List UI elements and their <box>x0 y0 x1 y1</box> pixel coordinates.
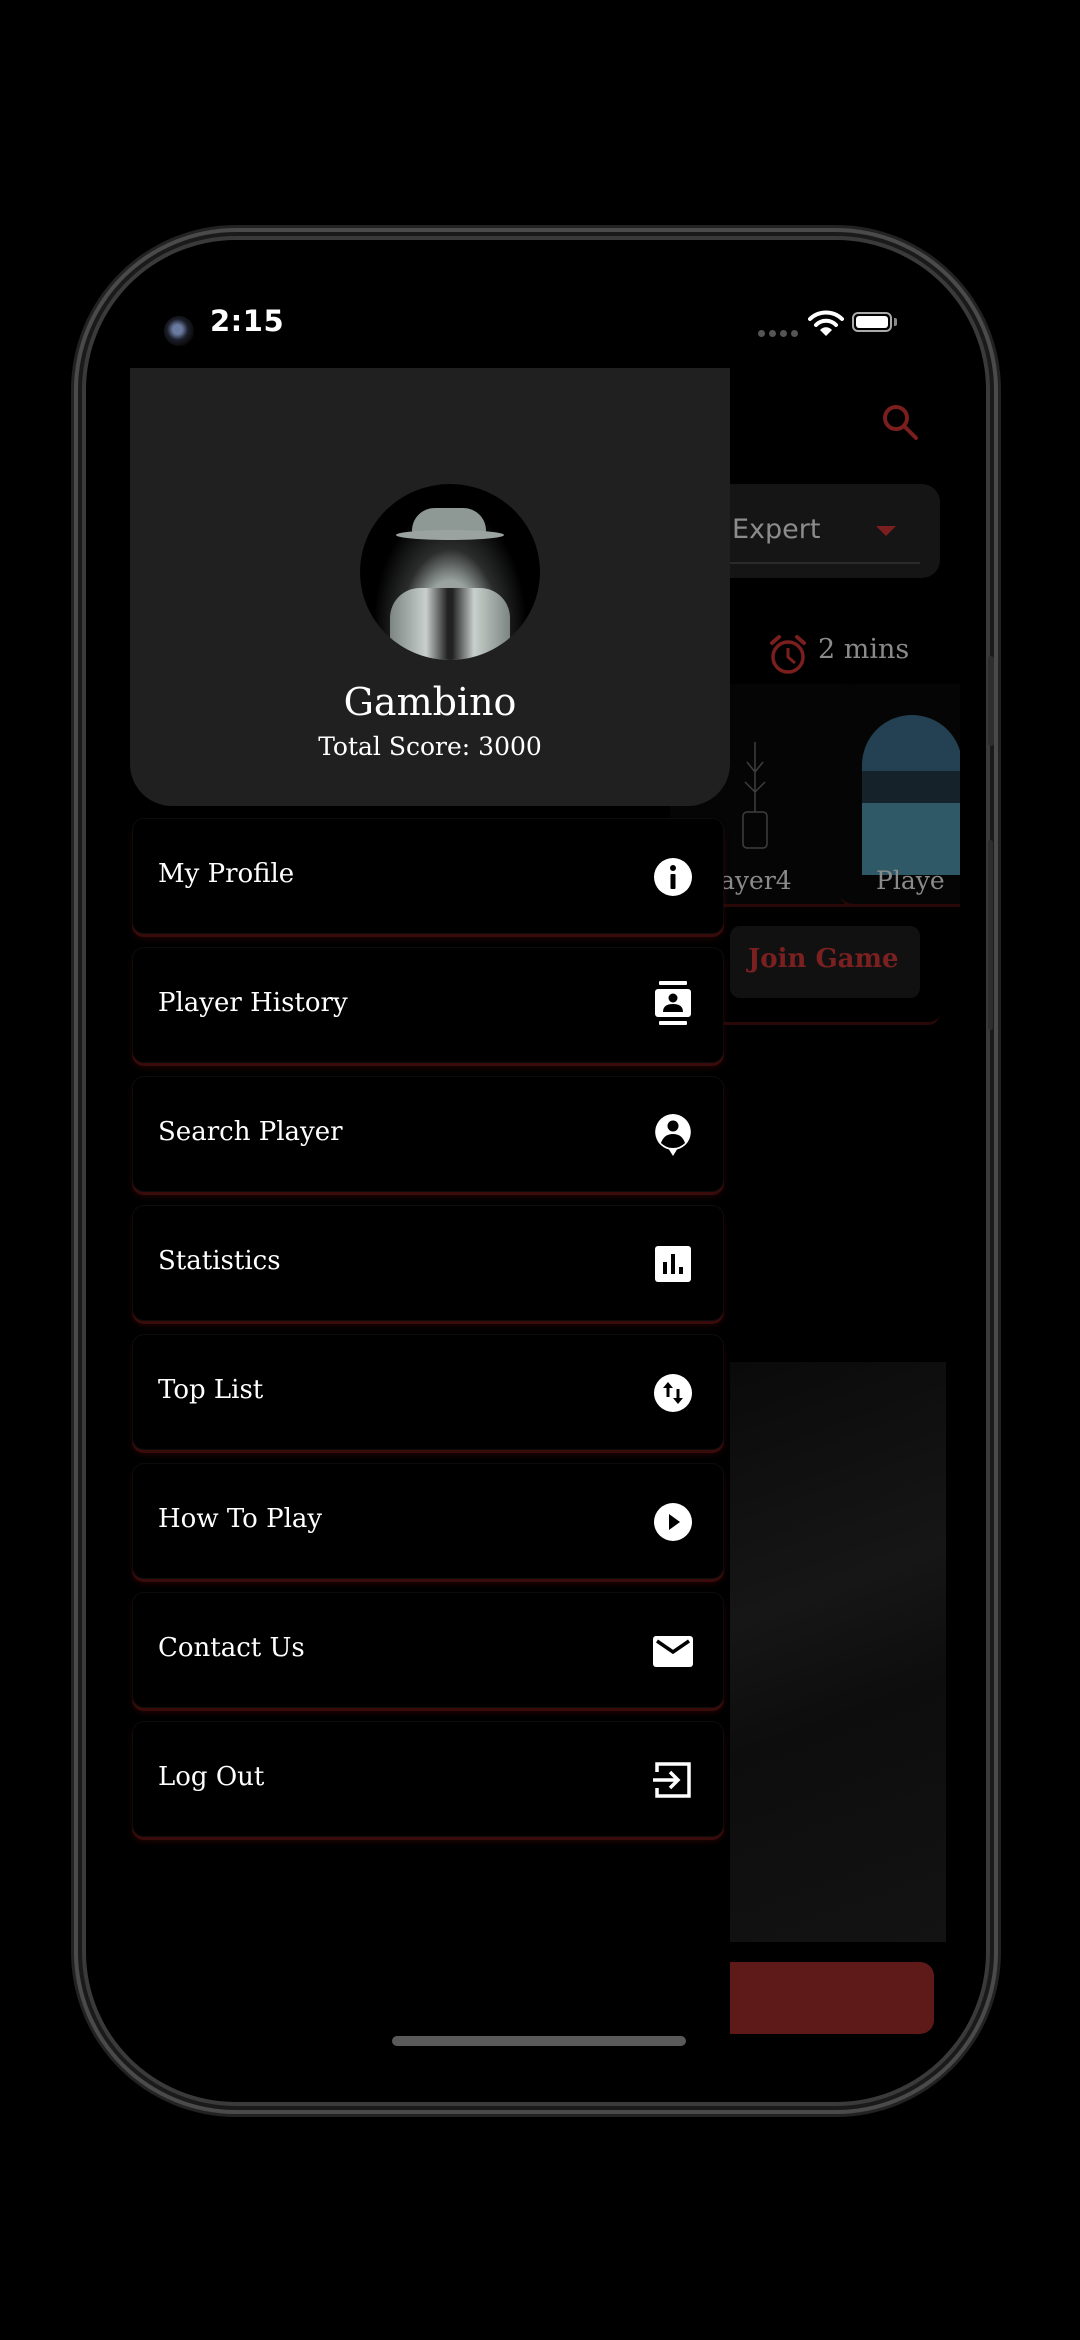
menu-item-log-out[interactable]: Log Out <box>132 1721 724 1837</box>
person-pin-icon <box>655 1114 691 1156</box>
side-button-power <box>988 656 994 746</box>
menu-item-my-profile[interactable]: My Profile <box>132 818 724 934</box>
navigation-drawer: Gambino Total Score: 3000 My Profile Pla… <box>110 262 730 2080</box>
play-circle-icon <box>654 1503 692 1541</box>
menu-item-statistics[interactable]: Statistics <box>132 1205 724 1321</box>
player-name: ayer4 <box>720 866 792 895</box>
menu-item-label: Top List <box>158 1375 264 1405</box>
info-icon <box>654 858 692 896</box>
menu-item-label: Player History <box>158 988 348 1018</box>
alarm-clock-icon <box>770 635 806 674</box>
bar-chart-icon <box>655 1246 691 1282</box>
menu-item-label: Contact Us <box>158 1633 305 1663</box>
menu-item-contact-us[interactable]: Contact Us <box>132 1592 724 1708</box>
wifi-icon <box>808 310 844 336</box>
dropdown-caret-icon <box>876 526 896 536</box>
search-icon[interactable] <box>880 402 920 442</box>
drawer-header: Gambino Total Score: 3000 <box>130 368 730 806</box>
primary-action-button[interactable] <box>730 1962 934 2034</box>
side-button-volume <box>988 840 993 1030</box>
total-score: Total Score: 3000 <box>318 732 542 761</box>
menu-item-player-history[interactable]: Player History <box>132 947 724 1063</box>
menu-item-label: My Profile <box>158 859 295 889</box>
battery-icon <box>852 312 892 332</box>
menu-item-label: Log Out <box>158 1762 265 1792</box>
cellular-signal-icon <box>758 330 798 337</box>
avatar[interactable] <box>360 484 540 660</box>
menu-item-how-to-play[interactable]: How To Play <box>132 1463 724 1579</box>
mail-icon <box>653 1636 693 1667</box>
menu-item-search-player[interactable]: Search Player <box>132 1076 724 1192</box>
contact-card-icon <box>655 981 691 1025</box>
avatar-coat <box>390 588 510 660</box>
difficulty-value: Expert <box>732 514 821 545</box>
swap-vert-icon <box>654 1374 692 1412</box>
menu-item-label: How To Play <box>158 1504 323 1534</box>
home-indicator[interactable] <box>392 2036 686 2046</box>
player-name: Playe <box>876 866 945 895</box>
join-game-label: Join Game <box>748 944 899 974</box>
avatar-hat-brim <box>396 530 504 540</box>
jar-avatar <box>742 742 768 849</box>
background-detective-image <box>730 1362 946 1942</box>
battery-tip <box>894 318 897 326</box>
username: Gambino <box>343 680 517 724</box>
menu-item-label: Search Player <box>158 1117 343 1147</box>
lake-avatar <box>862 715 960 875</box>
menu-item-top-list[interactable]: Top List <box>132 1334 724 1450</box>
menu-item-label: Statistics <box>158 1246 281 1276</box>
screen: Expert 2 mins ayer4 Playe Join Game 2:15 <box>110 262 960 2080</box>
drawer-menu: My Profile Player History Search Player … <box>132 818 724 1850</box>
logout-icon <box>653 1762 691 1798</box>
timer-text: 2 mins <box>818 634 910 665</box>
